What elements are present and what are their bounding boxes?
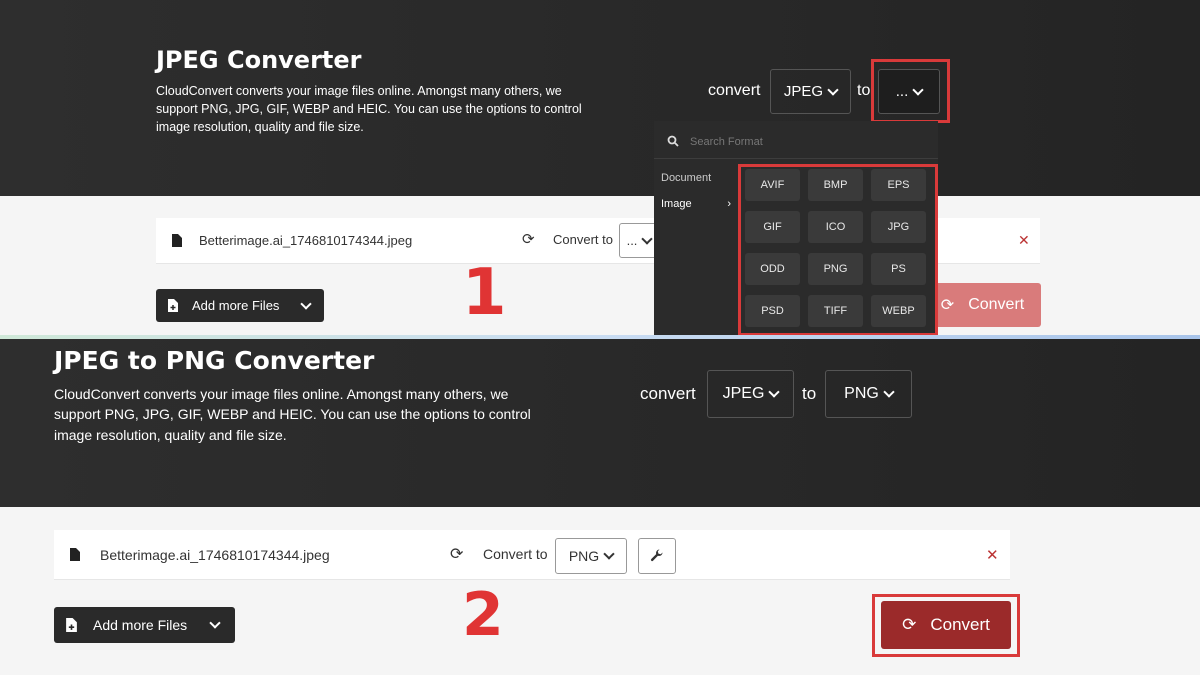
chevron-down-icon — [768, 386, 781, 398]
file-name-top: Betterimage.ai_1746810174344.jpeg — [199, 233, 413, 248]
refresh-icon[interactable]: ⟳ — [522, 230, 535, 248]
format-option[interactable]: EPS — [871, 169, 926, 201]
add-more-files-button-bottom[interactable]: Add more Files — [54, 607, 235, 643]
from-format-select-bottom[interactable]: JPEG — [707, 370, 794, 418]
convert-label-bottom: convert — [640, 384, 696, 403]
format-option[interactable]: ICO — [808, 211, 863, 243]
from-format-value: JPEG — [783, 83, 824, 100]
step-number-2: 2 — [462, 580, 504, 650]
chevron-down-icon — [603, 548, 615, 560]
format-option[interactable]: GIF — [745, 211, 800, 243]
page-title-bottom: JPEG to PNG Converter — [54, 346, 375, 375]
refresh-icon: ⟳ — [940, 297, 955, 314]
format-option[interactable]: BMP — [808, 169, 863, 201]
chevron-down-icon — [827, 83, 839, 96]
convert-to-value: ... — [626, 233, 638, 248]
dropdown-divider — [654, 158, 938, 159]
desc-line: CloudConvert converts your image files o… — [156, 84, 562, 98]
convert-label-top: convert — [708, 82, 761, 99]
to-format-select-top[interactable]: ... — [878, 69, 940, 114]
format-option[interactable]: AVIF — [745, 169, 800, 201]
format-option[interactable]: PSD — [745, 295, 800, 327]
desc-line: support PNG, JPG, GIF, WEBP and HEIC. Yo… — [156, 102, 582, 117]
chevron-down-icon — [641, 232, 654, 245]
page-title-top: JPEG Converter — [156, 46, 362, 74]
search-icon — [667, 134, 679, 147]
wrench-icon — [650, 549, 663, 562]
to-label-bottom: to — [802, 384, 817, 403]
convert-button-label: Convert — [930, 615, 990, 634]
to-format-value: PNG — [844, 385, 879, 402]
category-document[interactable]: Document — [661, 172, 711, 184]
chevron-down-icon — [912, 83, 924, 96]
desc-line: support PNG, JPG, GIF, WEBP and HEIC. Yo… — [54, 406, 531, 423]
refresh-icon[interactable]: ⟳ — [450, 544, 463, 564]
convert-to-value: PNG — [568, 548, 600, 564]
file-name-bottom: Betterimage.ai_1746810174344.jpeg — [100, 547, 330, 563]
file-icon — [70, 548, 80, 561]
format-option[interactable]: WEBP — [871, 295, 926, 327]
convert-button-top[interactable]: ⟳ Convert — [924, 283, 1041, 327]
desc-line: image resolution, quality and file size. — [54, 426, 287, 443]
add-file-icon — [168, 299, 178, 312]
format-option[interactable]: TIFF — [808, 295, 863, 327]
to-label-top: to — [857, 82, 871, 99]
format-option[interactable]: PS — [871, 253, 926, 285]
from-format-select-top[interactable]: JPEG — [770, 69, 851, 114]
add-more-files-label: Add more Files — [93, 617, 188, 633]
page-description-top: CloudConvert converts your image files o… — [156, 82, 596, 136]
chevron-down-icon — [209, 617, 221, 629]
desc-line: CloudConvert converts your image files o… — [54, 386, 509, 402]
format-option[interactable]: PNG — [808, 253, 863, 285]
file-icon — [172, 234, 182, 247]
from-format-value: JPEG — [722, 385, 765, 402]
category-image-label: Image — [661, 198, 692, 210]
add-more-files-button-top[interactable]: Add more Files — [156, 289, 324, 322]
page-description-bottom: CloudConvert converts your image files o… — [54, 384, 534, 445]
convert-button-bottom[interactable]: ⟳ Convert — [881, 601, 1011, 649]
category-image[interactable]: Image › — [661, 198, 731, 210]
format-option[interactable]: JPG — [871, 211, 926, 243]
convert-to-select-bottom[interactable]: PNG — [555, 538, 627, 574]
convert-to-select-top[interactable]: ... — [619, 223, 659, 258]
chevron-right-icon: › — [727, 198, 731, 210]
add-more-files-label: Add more Files — [192, 298, 280, 313]
convert-to-label-top: Convert to — [553, 232, 613, 247]
to-format-select-bottom[interactable]: PNG — [825, 370, 912, 418]
format-option[interactable]: ODD — [745, 253, 800, 285]
desc-line: image resolution, quality and file size. — [156, 120, 364, 135]
convert-button-label: Convert — [968, 296, 1025, 313]
to-format-value: ... — [895, 83, 909, 100]
step-number-1: 1 — [462, 256, 507, 330]
add-file-icon — [66, 618, 77, 632]
format-search-input[interactable]: Search Format — [690, 136, 763, 148]
chevron-down-icon — [883, 386, 895, 398]
close-icon[interactable]: ✕ — [1018, 232, 1030, 249]
chevron-down-icon — [300, 297, 312, 310]
convert-to-label-bottom: Convert to — [483, 546, 548, 562]
settings-wrench-button[interactable] — [638, 538, 676, 574]
refresh-icon: ⟳ — [902, 615, 917, 634]
close-icon[interactable]: ✕ — [986, 546, 999, 564]
